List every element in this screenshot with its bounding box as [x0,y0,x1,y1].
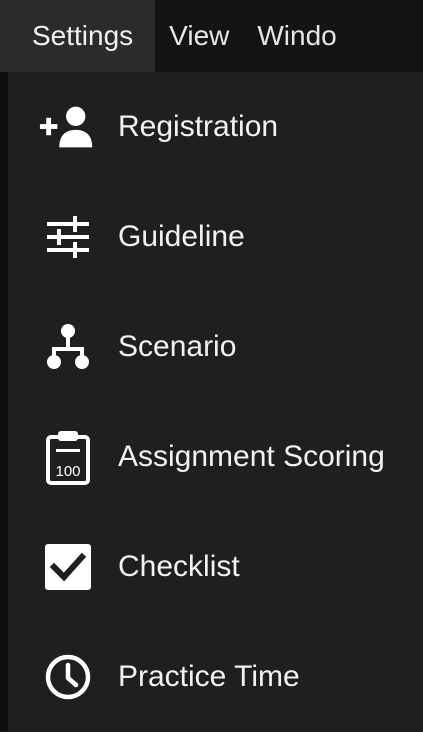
menu-item-registration[interactable]: Registration [8,72,423,182]
checkbox-icon [38,537,98,597]
sliders-icon [38,207,98,267]
menu-item-label: Checklist [118,550,240,583]
clock-icon [38,647,98,707]
add-user-icon [38,97,98,157]
menu-item-label: Assignment Scoring [118,440,385,473]
clipboard-100-icon: 100 [38,427,98,487]
menu-item-label: Registration [118,110,279,143]
menu-item-practice-time[interactable]: Practice Time [8,622,423,732]
hierarchy-icon [38,317,98,377]
menu-item-label: Scenario [118,330,237,363]
menu-item-label: Practice Time [118,660,300,693]
menu-item-label: Guideline [118,220,245,253]
menu-settings[interactable]: Settings [0,0,156,72]
window-edge [0,72,8,731]
menu-view[interactable]: View [155,0,243,72]
menu-bar: Settings View Windo [0,0,423,72]
svg-text:100: 100 [55,463,80,480]
menu-window[interactable]: Windo [243,0,336,72]
menu-item-scenario[interactable]: Scenario [8,292,423,402]
settings-dropdown-menu: Registration Guideline Scenario 100 Assi… [8,72,423,731]
menu-item-assignment-scoring[interactable]: 100 Assignment Scoring [8,402,423,512]
menu-item-guideline[interactable]: Guideline [8,182,423,292]
menu-item-checklist[interactable]: Checklist [8,512,423,622]
